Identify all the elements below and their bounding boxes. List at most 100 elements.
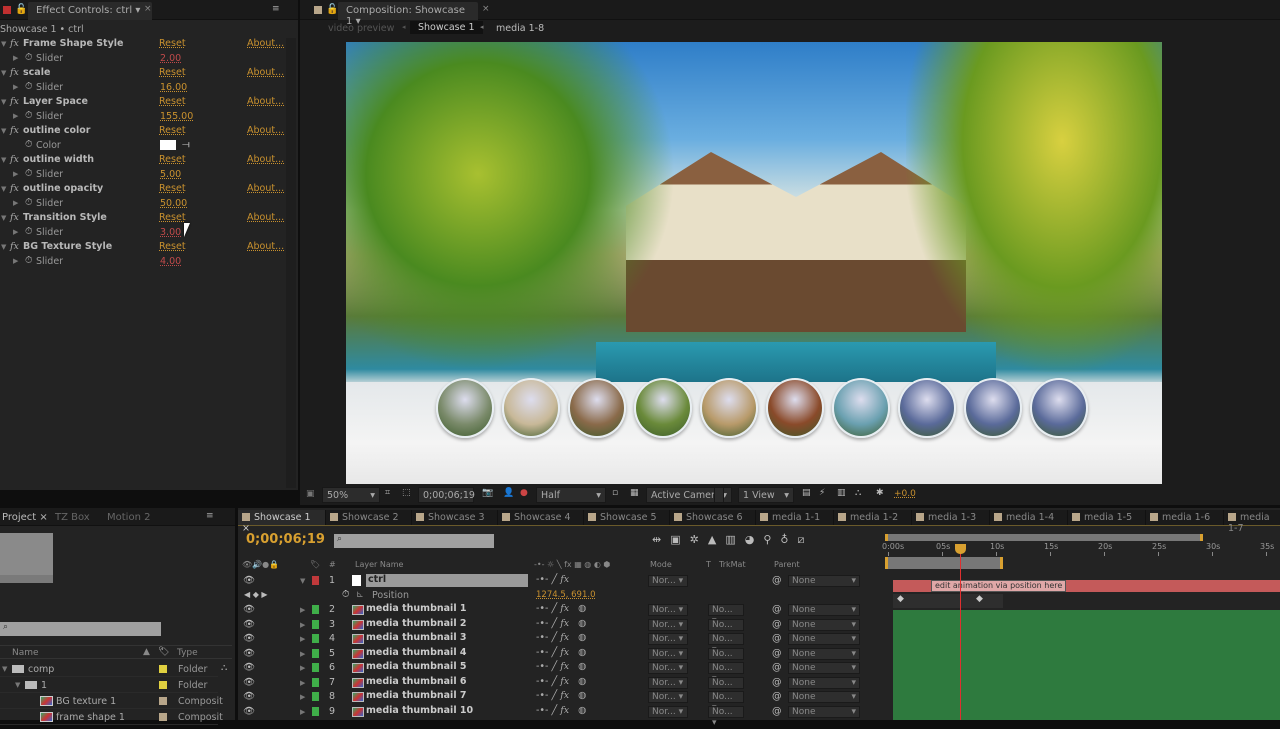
panel-menu-icon[interactable]: ≡: [206, 511, 214, 521]
slider-value[interactable]: 5.00: [160, 169, 181, 180]
layer-label-color[interactable]: [312, 677, 319, 687]
stopwatch-icon[interactable]: ⏱: [342, 589, 349, 600]
about-link[interactable]: About...: [247, 38, 284, 49]
fx-icon[interactable]: fx: [10, 212, 19, 223]
graph-icon[interactable]: ⧄: [797, 533, 813, 546]
parent-dropdown[interactable]: None ▾: [788, 662, 860, 674]
close-tab-icon[interactable]: ×: [482, 4, 490, 14]
trkmat-dropdown[interactable]: No... ▾: [708, 633, 744, 655]
visibility-eye-icon[interactable]: 👁: [243, 706, 255, 717]
reset-link[interactable]: Reset: [159, 241, 186, 252]
about-link[interactable]: About...: [247, 125, 284, 136]
timeline-tab[interactable]: Showcase 5: [584, 510, 670, 525]
reset-link[interactable]: Reset: [159, 67, 186, 78]
visibility-eye-icon[interactable]: 👁: [243, 575, 255, 586]
timeline-tab[interactable]: Showcase 4: [498, 510, 584, 525]
blend-mode-dropdown[interactable]: Nor... ▾: [648, 705, 688, 718]
trkmat-dropdown[interactable]: No... ▾: [708, 705, 744, 728]
motion-blur-icon[interactable]: ▥: [725, 533, 744, 546]
about-link[interactable]: About...: [247, 183, 284, 194]
pick-whip-icon[interactable]: @: [772, 662, 782, 673]
flowchart-icon[interactable]: ⛬: [221, 663, 227, 673]
slider-value[interactable]: 50.00: [160, 198, 187, 209]
timeline-tab[interactable]: media 1-5: [1068, 510, 1146, 525]
layer-switches[interactable]: -•- ╱ fx ◍: [536, 676, 586, 687]
composition-viewer[interactable]: [346, 42, 1162, 484]
about-link[interactable]: About...: [247, 241, 284, 252]
breadcrumb-item[interactable]: video preview: [328, 23, 394, 34]
timeline-search-input[interactable]: ⌕: [334, 534, 494, 548]
media-layer-bars[interactable]: [893, 610, 1280, 720]
effect-controls-tab[interactable]: Effect Controls: ctrl ▾: [28, 2, 152, 20]
expand-arrow-icon[interactable]: ▶: [300, 693, 305, 701]
work-area-bar[interactable]: [885, 557, 1003, 569]
expand-arrow-icon[interactable]: ▼: [300, 577, 305, 585]
parent-dropdown[interactable]: None ▾: [788, 676, 860, 689]
fast-previews-icon[interactable]: ⚡: [819, 488, 825, 498]
reset-link[interactable]: Reset: [159, 212, 186, 223]
parent-dropdown[interactable]: None ▾: [788, 575, 860, 587]
layer-row[interactable]: 👁 ▶ 2 media thumbnail 1 -•- ╱ fx ◍ Nor..…: [238, 603, 878, 626]
visibility-eye-icon[interactable]: 👁: [243, 619, 255, 630]
project-item[interactable]: ▼ 1 Folder: [0, 678, 218, 693]
label-color-swatch[interactable]: [159, 665, 167, 673]
layer-label-color[interactable]: [312, 576, 319, 585]
layer-switches[interactable]: -•- ╱ fx ◍: [536, 661, 586, 672]
transparency-grid-icon[interactable]: ▦: [630, 488, 639, 498]
timeline-icon[interactable]: ▥: [837, 488, 846, 498]
expand-arrow-icon[interactable]: ▶: [300, 650, 305, 658]
expand-arrow-icon[interactable]: ▶: [300, 708, 305, 716]
label-color-swatch[interactable]: [159, 697, 167, 705]
flowchart-icon[interactable]: ⛬: [855, 488, 861, 498]
visibility-eye-icon[interactable]: 👁: [243, 648, 255, 659]
expand-arrow-icon[interactable]: ▶: [300, 621, 305, 629]
composition-mini-flowchart-icon[interactable]: ⇹: [652, 533, 670, 546]
expand-arrow-icon[interactable]: ▶: [13, 170, 18, 178]
keyframe-icon[interactable]: ◆: [976, 594, 983, 604]
stopwatch-icon[interactable]: ⏱: [25, 110, 32, 121]
playhead-handle-icon[interactable]: [954, 544, 966, 554]
frame-blending-icon[interactable]: ▲: [708, 533, 725, 546]
expand-arrow-icon[interactable]: ▼: [2, 665, 7, 673]
slider-value[interactable]: 3.00: [160, 227, 181, 238]
lock-icon[interactable]: 🔓: [15, 4, 27, 15]
timeline-tab[interactable]: media 1-3: [912, 510, 990, 525]
fx-icon[interactable]: fx: [10, 154, 19, 165]
visibility-eye-icon[interactable]: 👁: [243, 633, 255, 644]
keyframe-navigator-icon[interactable]: ◀ ◆ ▶: [244, 590, 268, 599]
panel-menu-icon[interactable]: ≡: [272, 4, 280, 14]
pick-whip-icon[interactable]: @: [772, 619, 782, 630]
blend-mode-dropdown[interactable]: Nor... ▾: [648, 604, 688, 616]
layer-row[interactable]: 👁 ▶ 8 media thumbnail 7 -•- ╱ fx ◍ Nor..…: [238, 690, 878, 713]
layer-label-color[interactable]: [312, 634, 319, 643]
hide-shy-layers-icon[interactable]: ✲: [690, 533, 708, 546]
reset-link[interactable]: Reset: [159, 96, 186, 107]
blend-mode-dropdown[interactable]: Nor... ▾: [648, 633, 688, 645]
zoom-dropdown[interactable]: 50% ▾: [322, 487, 380, 503]
timeline-tab[interactable]: Showcase 1 ×: [238, 510, 326, 534]
collapse-arrow-icon[interactable]: ▼: [1, 156, 6, 164]
layer-switches[interactable]: -•- ╱ fx ◍: [536, 690, 586, 701]
lock-icon[interactable]: 🔓: [326, 4, 338, 15]
scrollbar[interactable]: [286, 38, 296, 488]
mask-visibility-icon[interactable]: ⬚: [402, 488, 411, 498]
fx-icon[interactable]: fx: [10, 125, 19, 136]
project-search-input[interactable]: ⌕: [0, 622, 161, 636]
slider-value[interactable]: 4.00: [160, 256, 181, 267]
layer-label-color[interactable]: [312, 619, 319, 629]
collapse-arrow-icon[interactable]: ▼: [1, 185, 6, 193]
breadcrumb-item[interactable]: media 1-8: [496, 23, 544, 34]
timeline-tab[interactable]: media 1-1: [756, 510, 834, 525]
reset-link[interactable]: Reset: [159, 183, 186, 194]
collapse-arrow-icon[interactable]: ▼: [1, 40, 6, 48]
blend-mode-dropdown[interactable]: Nor... ▾: [648, 618, 688, 631]
parent-dropdown[interactable]: None ▾: [788, 633, 860, 645]
trkmat-dropdown[interactable]: No... ▾: [708, 604, 744, 626]
layer-label-color[interactable]: [312, 692, 319, 701]
layer-row[interactable]: 👁 ▼ 1 ctrl -•- ╱ fx Nor... ▾ @ None ▾: [238, 574, 878, 588]
layer-row[interactable]: 👁 ▶ 7 media thumbnail 6 -•- ╱ fx ◍ Nor..…: [238, 676, 878, 699]
layer-label-color[interactable]: [312, 648, 319, 658]
about-link[interactable]: About...: [247, 67, 284, 78]
fx-icon[interactable]: fx: [10, 183, 19, 194]
channels-icon[interactable]: ●: [520, 488, 528, 498]
